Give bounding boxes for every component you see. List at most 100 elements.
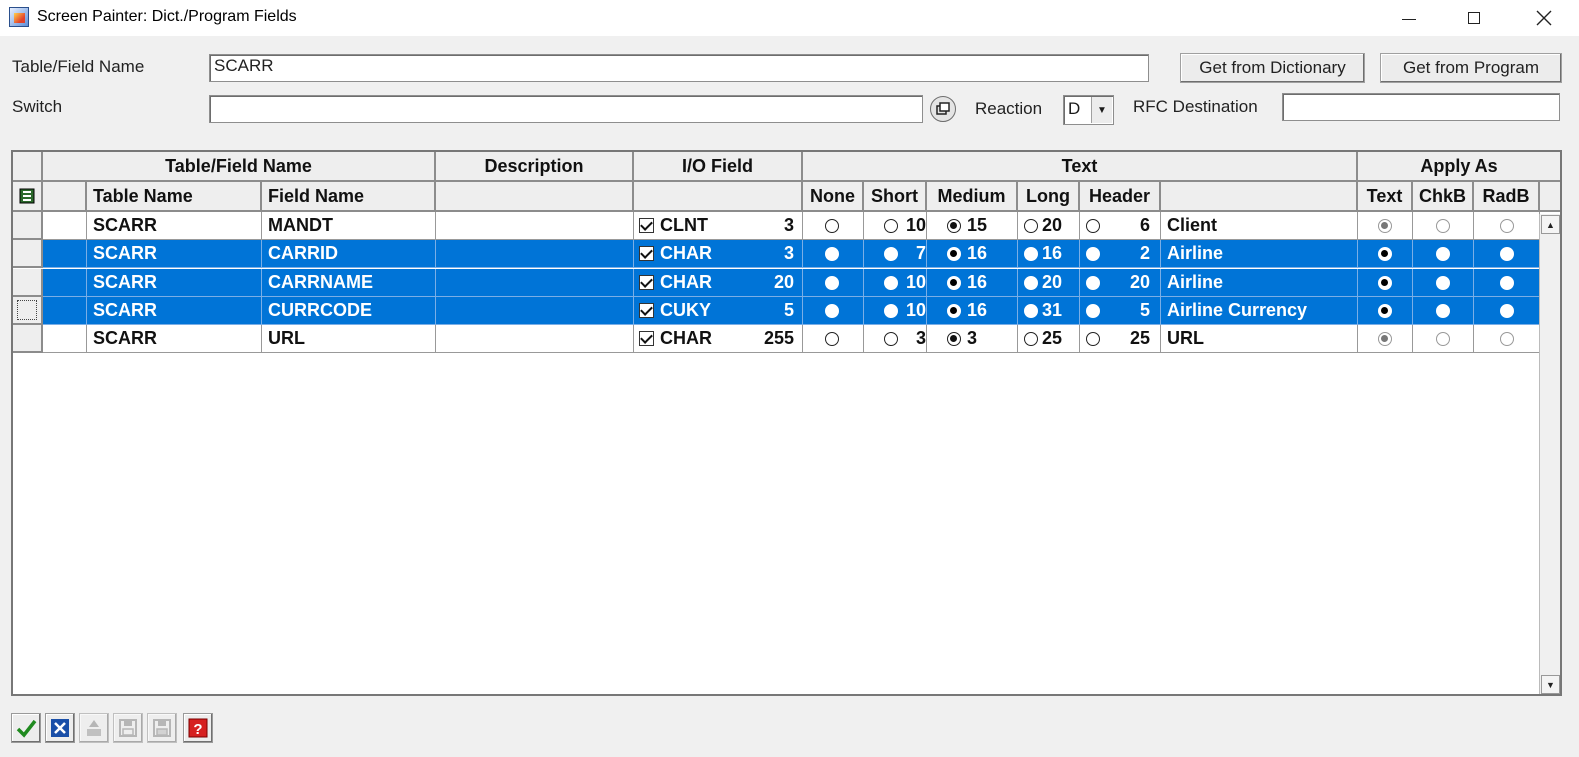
table-row[interactable]: SCARR CURRCODE CUKY 5 10 16 31 5 Airline Currenc… — [43, 296, 1540, 325]
apply-text-radio[interactable] — [1378, 275, 1392, 290]
table-field-input[interactable]: SCARR — [209, 54, 1149, 82]
text-short-radio[interactable] — [884, 303, 898, 318]
scroll-down-icon[interactable]: ▼ — [1541, 675, 1560, 694]
apply-text-radio[interactable] — [1378, 247, 1392, 262]
text-medium-radio[interactable] — [947, 303, 961, 318]
row-selector[interactable] — [13, 268, 43, 297]
dropdown-arrow-icon[interactable]: ▼ — [1091, 97, 1112, 123]
header-short[interactable]: Short — [864, 182, 927, 212]
minimize-button[interactable] — [1379, 0, 1439, 36]
text-short-radio[interactable] — [884, 332, 898, 347]
text-header-radio[interactable] — [1086, 247, 1100, 262]
row-selector[interactable] — [13, 296, 43, 325]
header-blank — [43, 182, 87, 212]
text-header-radio[interactable] — [1086, 303, 1100, 318]
header-apply-text[interactable]: Text — [1358, 182, 1413, 212]
short-cell: 10 — [864, 268, 927, 297]
apply-radb-radio[interactable] — [1500, 275, 1514, 290]
field-name-cell: MANDT — [262, 212, 436, 240]
save-button[interactable] — [113, 713, 143, 743]
data-type-text: CUKY — [660, 299, 712, 320]
io-checkbox[interactable] — [639, 246, 654, 262]
text-none-radio[interactable] — [825, 303, 839, 318]
rfc-destination-label: RFC Destination — [1133, 97, 1258, 116]
apply-radb-radio[interactable] — [1500, 332, 1514, 347]
select-all-button[interactable] — [13, 182, 43, 212]
text-medium-radio[interactable] — [947, 219, 961, 233]
text-header-radio[interactable] — [1086, 332, 1100, 347]
apply-chkb-radio[interactable] — [1436, 247, 1450, 262]
text-medium-radio[interactable] — [947, 247, 961, 262]
io-checkbox[interactable] — [639, 274, 654, 290]
header-apply-chkb[interactable]: ChkB — [1413, 182, 1474, 212]
header-long[interactable]: Long — [1018, 182, 1080, 212]
row-selector[interactable] — [13, 240, 43, 269]
row-selector[interactable] — [13, 325, 43, 354]
apply-chkb-radio[interactable] — [1436, 219, 1450, 233]
table-row[interactable]: SCARR CARRNAME CHAR 20 10 16 20 20 Airline — [43, 268, 1540, 297]
reaction-label: Reaction — [975, 99, 1043, 118]
text-long-radio[interactable] — [1024, 303, 1038, 318]
header-none[interactable]: None — [803, 182, 864, 212]
title-bar: Screen Painter: Dict./Program Fields — [0, 0, 1579, 36]
header-table-name[interactable]: Table Name — [87, 182, 262, 212]
cancel-button[interactable] — [45, 713, 75, 743]
vertical-scrollbar[interactable]: ▲ ▼ — [1539, 214, 1560, 694]
apply-radb-radio[interactable] — [1500, 247, 1514, 262]
scroll-up-icon[interactable]: ▲ — [1541, 215, 1560, 234]
text-long-radio[interactable] — [1024, 332, 1038, 347]
text-none-radio[interactable] — [825, 247, 839, 262]
table-row[interactable]: SCARR URL CHAR 255 3 3 25 25 URL — [43, 325, 1540, 354]
hierarchy-icon — [87, 720, 101, 736]
text-medium-radio[interactable] — [947, 332, 961, 347]
apply-radb-radio[interactable] — [1500, 219, 1514, 233]
io-checkbox[interactable] — [639, 302, 654, 318]
reaction-select[interactable]: D ▼ — [1063, 95, 1114, 125]
io-checkbox[interactable] — [639, 331, 654, 347]
switch-popup-button[interactable] — [930, 96, 956, 122]
text-none-radio[interactable] — [825, 219, 839, 233]
text-long-radio[interactable] — [1024, 247, 1038, 262]
short-length-text: 10 — [905, 299, 926, 320]
get-from-dictionary-button[interactable]: Get from Dictionary — [1180, 53, 1365, 83]
text-short-radio[interactable] — [884, 219, 898, 233]
text-medium-radio[interactable] — [947, 275, 961, 290]
header-medium[interactable]: Medium — [927, 182, 1018, 212]
close-button[interactable] — [1514, 0, 1574, 36]
text-short-radio[interactable] — [884, 247, 898, 262]
apply-chkb-radio[interactable] — [1436, 275, 1450, 290]
text-header-radio[interactable] — [1086, 219, 1100, 233]
text-long-radio[interactable] — [1024, 219, 1038, 233]
switch-input[interactable] — [209, 95, 923, 123]
text-none-radio[interactable] — [825, 275, 839, 290]
maximize-button[interactable] — [1444, 0, 1504, 36]
hierarchy-button[interactable] — [79, 713, 109, 743]
header-apply-radb[interactable]: RadB — [1474, 182, 1540, 212]
text-long-radio[interactable] — [1024, 275, 1038, 290]
row-selector[interactable] — [13, 212, 43, 240]
apply-text-radio[interactable] — [1378, 219, 1392, 233]
apply-radb-radio[interactable] — [1500, 303, 1514, 318]
text-none-radio[interactable] — [825, 332, 839, 347]
table-row[interactable]: SCARR MANDT CLNT 3 10 15 20 6 Client — [43, 212, 1540, 240]
header-field-name[interactable]: Field Name — [262, 182, 436, 212]
apply-chkb-radio[interactable] — [1436, 303, 1450, 318]
apply-text-radio[interactable] — [1378, 332, 1392, 347]
apply-chkb-radio[interactable] — [1436, 332, 1450, 347]
confirm-button[interactable] — [11, 713, 41, 743]
table-row[interactable]: SCARR CARRID CHAR 3 7 16 16 2 Airline — [43, 240, 1540, 269]
text-header-radio[interactable] — [1086, 275, 1100, 290]
header-header[interactable]: Header — [1080, 182, 1161, 212]
row-blank-cell — [43, 240, 87, 269]
rfc-destination-input[interactable] — [1282, 93, 1560, 121]
text-cell: Airline — [1161, 268, 1358, 297]
save-as-button[interactable] — [147, 713, 177, 743]
long-cell: 25 — [1018, 325, 1080, 354]
io-checkbox[interactable] — [639, 218, 654, 233]
get-from-program-button[interactable]: Get from Program — [1380, 53, 1562, 83]
text-short-radio[interactable] — [884, 275, 898, 290]
medium-length-text: 16 — [967, 271, 988, 292]
data-type-text: CHAR — [660, 243, 712, 264]
help-button[interactable]: ? — [183, 713, 213, 743]
apply-text-radio[interactable] — [1378, 303, 1392, 318]
